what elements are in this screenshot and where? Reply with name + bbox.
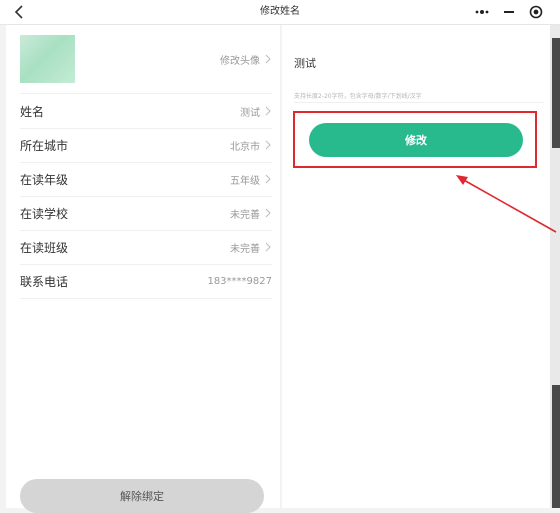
row-phone: 联系电话 183****9827 [20,264,272,299]
row-label: 在读班级 [20,240,69,255]
side-strip-dark-top [552,38,560,148]
more-dots-icon[interactable] [471,2,493,22]
row-label: 在读学校 [20,206,69,221]
modify-button[interactable]: 修改 [309,123,523,157]
row-school[interactable]: 在读学校 未完善 [20,196,272,231]
row-label: 所在城市 [20,138,69,153]
chevron-right-icon [265,174,271,184]
row-label: 在读年级 [20,172,69,187]
row-name[interactable]: 姓名 测试 [20,94,272,129]
change-avatar-label: 修改头像 [220,55,260,67]
minus-icon[interactable] [498,2,520,22]
row-label: 联系电话 [20,274,69,289]
top-bar: 修改姓名 [0,0,560,25]
row-label: 姓名 [20,104,45,119]
row-value: 未完善 [230,209,260,221]
input-hint: 支持长度2-20字符，包含字母/数字/下划线/汉字 [294,91,544,103]
record-target-icon[interactable] [525,2,547,22]
window-controls [471,2,547,22]
row-value: 北京市 [230,141,260,153]
chevron-right-icon [265,106,271,116]
chevron-right-icon [265,54,271,64]
chevron-right-icon [265,242,271,252]
chevron-right-icon [265,140,271,150]
side-strip-dark-bottom [552,385,560,508]
row-value: 183****9827 [207,275,272,287]
row-city[interactable]: 所在城市 北京市 [20,128,272,163]
avatar [20,35,75,83]
row-grade[interactable]: 在读年级 五年级 [20,162,272,197]
edit-name-panel: 测试 支持长度2-20字符，包含字母/数字/下划线/汉字 修改 [282,25,550,508]
name-input[interactable]: 测试 [294,55,316,71]
avatar-row[interactable]: 修改头像 [20,25,272,94]
row-value: 未完善 [230,243,260,255]
row-value: 测试 [240,107,260,119]
profile-panel: 修改头像 姓名 测试 所在城市 北京市 在读年级 五年级 在读学校 未完善 在读… [6,25,280,513]
row-class[interactable]: 在读班级 未完善 [20,230,272,265]
row-value: 五年级 [230,175,260,187]
chevron-right-icon [265,208,271,218]
